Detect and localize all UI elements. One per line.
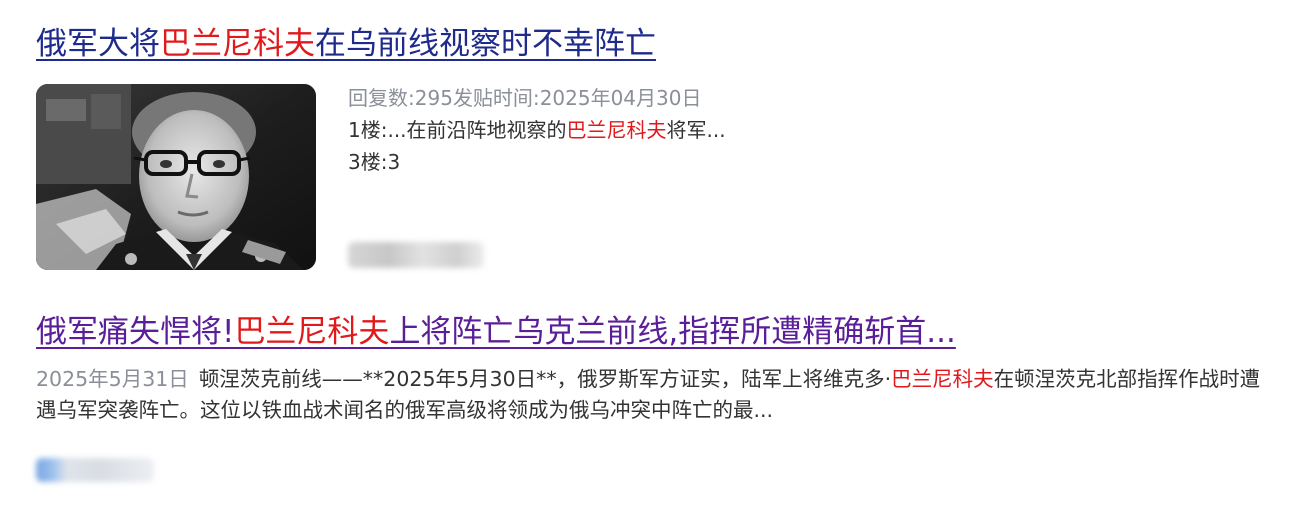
replies-value: 295 (414, 86, 453, 110)
result-title-link[interactable]: 俄军痛失悍将!巴兰尼科夫上将阵亡乌克兰前线,指挥所遭精确斩首... (36, 312, 956, 352)
floor-label: 1楼: (348, 118, 388, 142)
snippet-text: 顿涅茨克前线——**2025年5月30日**，俄罗斯军方证实，陆军上将维克多· (198, 367, 892, 391)
floor-text: 将军... (666, 118, 726, 142)
result-date: 2025年5月31日 (36, 367, 189, 391)
title-text: 俄军痛失悍将! (36, 314, 235, 350)
title-text: 上将阵亡乌克兰前线,指挥所遭精确斩首... (389, 314, 956, 350)
floor-label: 3楼: (348, 150, 388, 174)
title-highlight: 巴兰尼科夫 (160, 26, 315, 62)
portrait-photo (36, 84, 316, 270)
snippet-highlight: 巴兰尼科夫 (891, 367, 994, 391)
post-time-label: 发贴时间: (452, 86, 540, 110)
search-result-1: 俄军大将巴兰尼科夫在乌前线视察时不幸阵亡 回复数: 295 发贴时间: 2025… (36, 24, 726, 270)
title-text: 在乌前线视察时不幸阵亡 (315, 26, 656, 62)
search-result-2: 俄军痛失悍将!巴兰尼科夫上将阵亡乌克兰前线,指挥所遭精确斩首... 2025年5… (36, 312, 1260, 482)
floor-line: 3楼: 3 (348, 146, 726, 178)
result-meta: 回复数: 295 发贴时间: 2025年04月30日 1楼: ...在前沿阵地视… (348, 82, 726, 178)
floor-line: 1楼: ...在前沿阵地视察的 巴兰尼科夫 将军... (348, 114, 726, 146)
title-highlight: 巴兰尼科夫 (234, 314, 390, 350)
post-time-value: 2025年04月30日 (539, 86, 702, 110)
result-thumbnail[interactable] (36, 84, 316, 270)
floor-highlight: 巴兰尼科夫 (566, 118, 667, 142)
replies-label: 回复数: (348, 86, 415, 110)
blurred-source (348, 242, 484, 268)
result-snippet: 2025年5月31日 顿涅茨克前线——**2025年5月30日**，俄罗斯军方证实… (36, 364, 1266, 426)
floor-text: ...在前沿阵地视察的 (387, 118, 567, 142)
reply-info: 回复数: 295 发贴时间: 2025年04月30日 (348, 82, 726, 114)
floor-text: 3 (387, 150, 401, 174)
title-text: 俄军大将 (36, 26, 160, 62)
result-title-link[interactable]: 俄军大将巴兰尼科夫在乌前线视察时不幸阵亡 (36, 24, 656, 64)
blurred-source (36, 458, 154, 482)
